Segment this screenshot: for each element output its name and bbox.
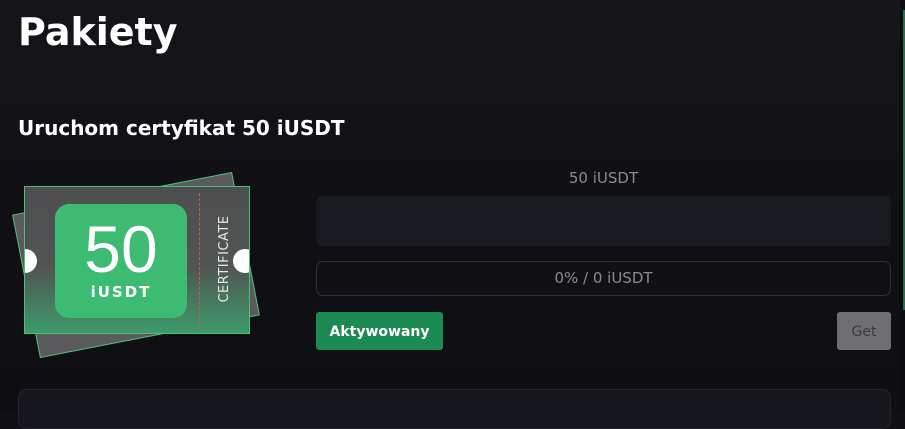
- certificate-tear-line: [199, 193, 200, 329]
- activate-button[interactable]: Aktywowany: [316, 312, 443, 350]
- amount-label: 50 iUSDT: [568, 169, 639, 187]
- certificate-image: 50 iUSDT CERTIFICATE: [12, 170, 274, 360]
- amount-input[interactable]: [316, 196, 891, 246]
- package-title: Uruchom certyfikat 50 iUSDT: [18, 116, 345, 140]
- certificate-value-badge: 50 iUSDT: [55, 204, 187, 318]
- progress-bar: 0% / 0 iUSDT: [316, 261, 891, 296]
- certificate-number: 50: [84, 212, 158, 286]
- progress-text: 0% / 0 iUSDT: [554, 269, 653, 287]
- page-title: Pakiety: [18, 10, 178, 54]
- next-package-card: [18, 389, 891, 429]
- certificate-notch-right: [233, 249, 249, 273]
- certificate-notch-left: [25, 249, 37, 273]
- get-button[interactable]: Get: [837, 312, 891, 350]
- certificate-side-label: CERTIFICATE: [217, 215, 232, 303]
- certificate-unit: iUSDT: [90, 283, 152, 301]
- certificate-front-card: 50 iUSDT CERTIFICATE: [24, 186, 250, 334]
